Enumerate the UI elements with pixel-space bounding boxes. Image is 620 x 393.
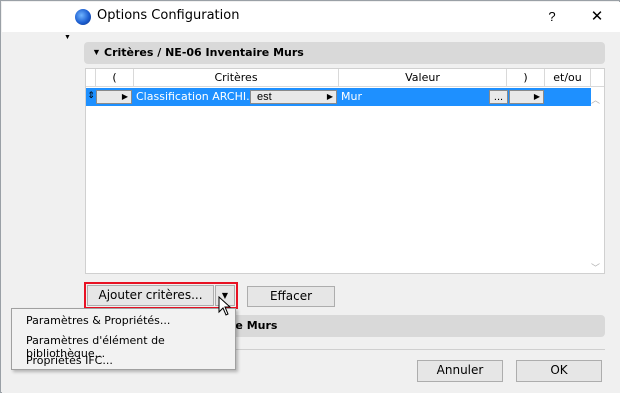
table-header: ( Critères Valeur ) et/ou — [86, 69, 604, 87]
column-header-open-paren: ( — [96, 69, 134, 87]
operator-dropdown[interactable]: est ▶ — [250, 90, 337, 104]
second-section-title: re Murs — [230, 319, 278, 332]
window-title: Options Configuration — [97, 8, 240, 23]
add-criteria-button[interactable]: Ajouter critères... — [87, 285, 214, 306]
value-browse-button[interactable]: ... — [489, 90, 508, 104]
arrow-right-icon: ▶ — [533, 92, 540, 101]
add-criteria-menu: Paramètres & Propriétés... Paramètres d'… — [11, 308, 236, 370]
table-row[interactable]: ⇕ ▶ Classification ARCHI... est ▶ Mur ...… — [86, 88, 591, 106]
criteria-table: ( Critères Valeur ) et/ou ⇕ ▶ Classifica… — [85, 68, 605, 274]
close-paren-dropdown[interactable]: ▶ — [509, 90, 544, 104]
title-bar — [2, 2, 620, 32]
value-cell[interactable]: Mur — [341, 88, 486, 106]
archicad-app-icon — [75, 9, 91, 25]
column-header-and-or: et/ou — [545, 69, 591, 87]
scroll-up-icon[interactable]: ︿ — [591, 93, 600, 106]
panel-collapse-icon[interactable]: ▼ — [64, 34, 71, 41]
cancel-button[interactable]: Annuler — [417, 360, 503, 382]
row-drag-handle-icon[interactable]: ⇕ — [86, 88, 96, 106]
criteria-cell[interactable]: Classification ARCHI... — [136, 88, 249, 106]
ok-button[interactable]: OK — [516, 360, 602, 382]
column-header-value: Valeur — [339, 69, 507, 87]
arrow-right-icon: ▶ — [121, 92, 128, 101]
triangle-down-icon: ▼ — [92, 47, 101, 57]
column-header-criteria: Critères — [134, 69, 339, 87]
scroll-down-icon[interactable]: ﹀ — [591, 261, 600, 274]
clear-button[interactable]: Effacer — [247, 286, 335, 307]
criteria-section-header[interactable]: ▼ Critères / NE-06 Inventaire Murs — [84, 42, 605, 64]
options-configuration-dialog: Options Configuration ? ✕ ▼ ▼ Critères /… — [0, 0, 620, 393]
column-header-close-paren: ) — [507, 69, 545, 87]
column-header-drag — [86, 69, 96, 87]
criteria-section-title: Critères / NE-06 Inventaire Murs — [104, 46, 304, 59]
menu-item-ifc-properties[interactable]: Propriétés IFC... — [26, 354, 113, 367]
arrow-right-icon: ▶ — [326, 92, 333, 101]
menu-item-parameters-properties[interactable]: Paramètres & Propriétés... — [26, 314, 170, 327]
mouse-cursor-icon — [218, 296, 232, 316]
close-button[interactable]: ✕ — [586, 7, 608, 27]
operator-value: est — [257, 91, 272, 103]
help-button[interactable]: ? — [541, 7, 563, 27]
open-paren-dropdown[interactable]: ▶ — [96, 90, 132, 104]
